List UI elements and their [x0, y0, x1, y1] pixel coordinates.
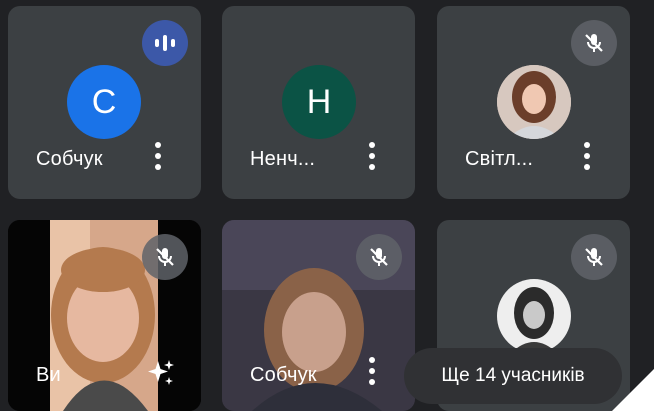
mic-off-icon	[356, 234, 402, 280]
more-options-icon[interactable]	[155, 142, 163, 170]
more-options-icon[interactable]	[584, 142, 592, 170]
sparkle-icon[interactable]	[141, 353, 181, 393]
participant-tile-sobchuk-video[interactable]: Собчук	[222, 220, 415, 411]
participant-tile-nench[interactable]: Н Ненч...	[222, 6, 415, 199]
avatar: С	[67, 65, 141, 139]
mic-off-icon	[571, 234, 617, 280]
participant-name: Світл...	[465, 148, 534, 170]
participant-tile-svitl[interactable]: Світл...	[437, 6, 630, 199]
participant-photo	[497, 279, 571, 353]
corner-edge	[612, 369, 654, 411]
participant-tile-sobchuk[interactable]: С Собчук	[8, 6, 201, 199]
participant-name: Ви	[36, 364, 61, 386]
participant-name: Собчук	[250, 364, 317, 386]
self-video-tile[interactable]: Ви	[8, 220, 201, 411]
participant-name: Собчук	[36, 148, 103, 170]
participant-name: Ненч...	[250, 148, 316, 170]
participant-photo	[497, 65, 571, 139]
mic-off-icon	[142, 234, 188, 280]
more-options-icon[interactable]	[369, 142, 377, 170]
more-options-icon[interactable]	[369, 357, 377, 385]
mic-off-icon	[571, 20, 617, 66]
speaking-indicator-icon	[142, 20, 188, 66]
avatar: Н	[282, 65, 356, 139]
more-participants-button[interactable]: Ще 14 учасників	[404, 348, 622, 404]
